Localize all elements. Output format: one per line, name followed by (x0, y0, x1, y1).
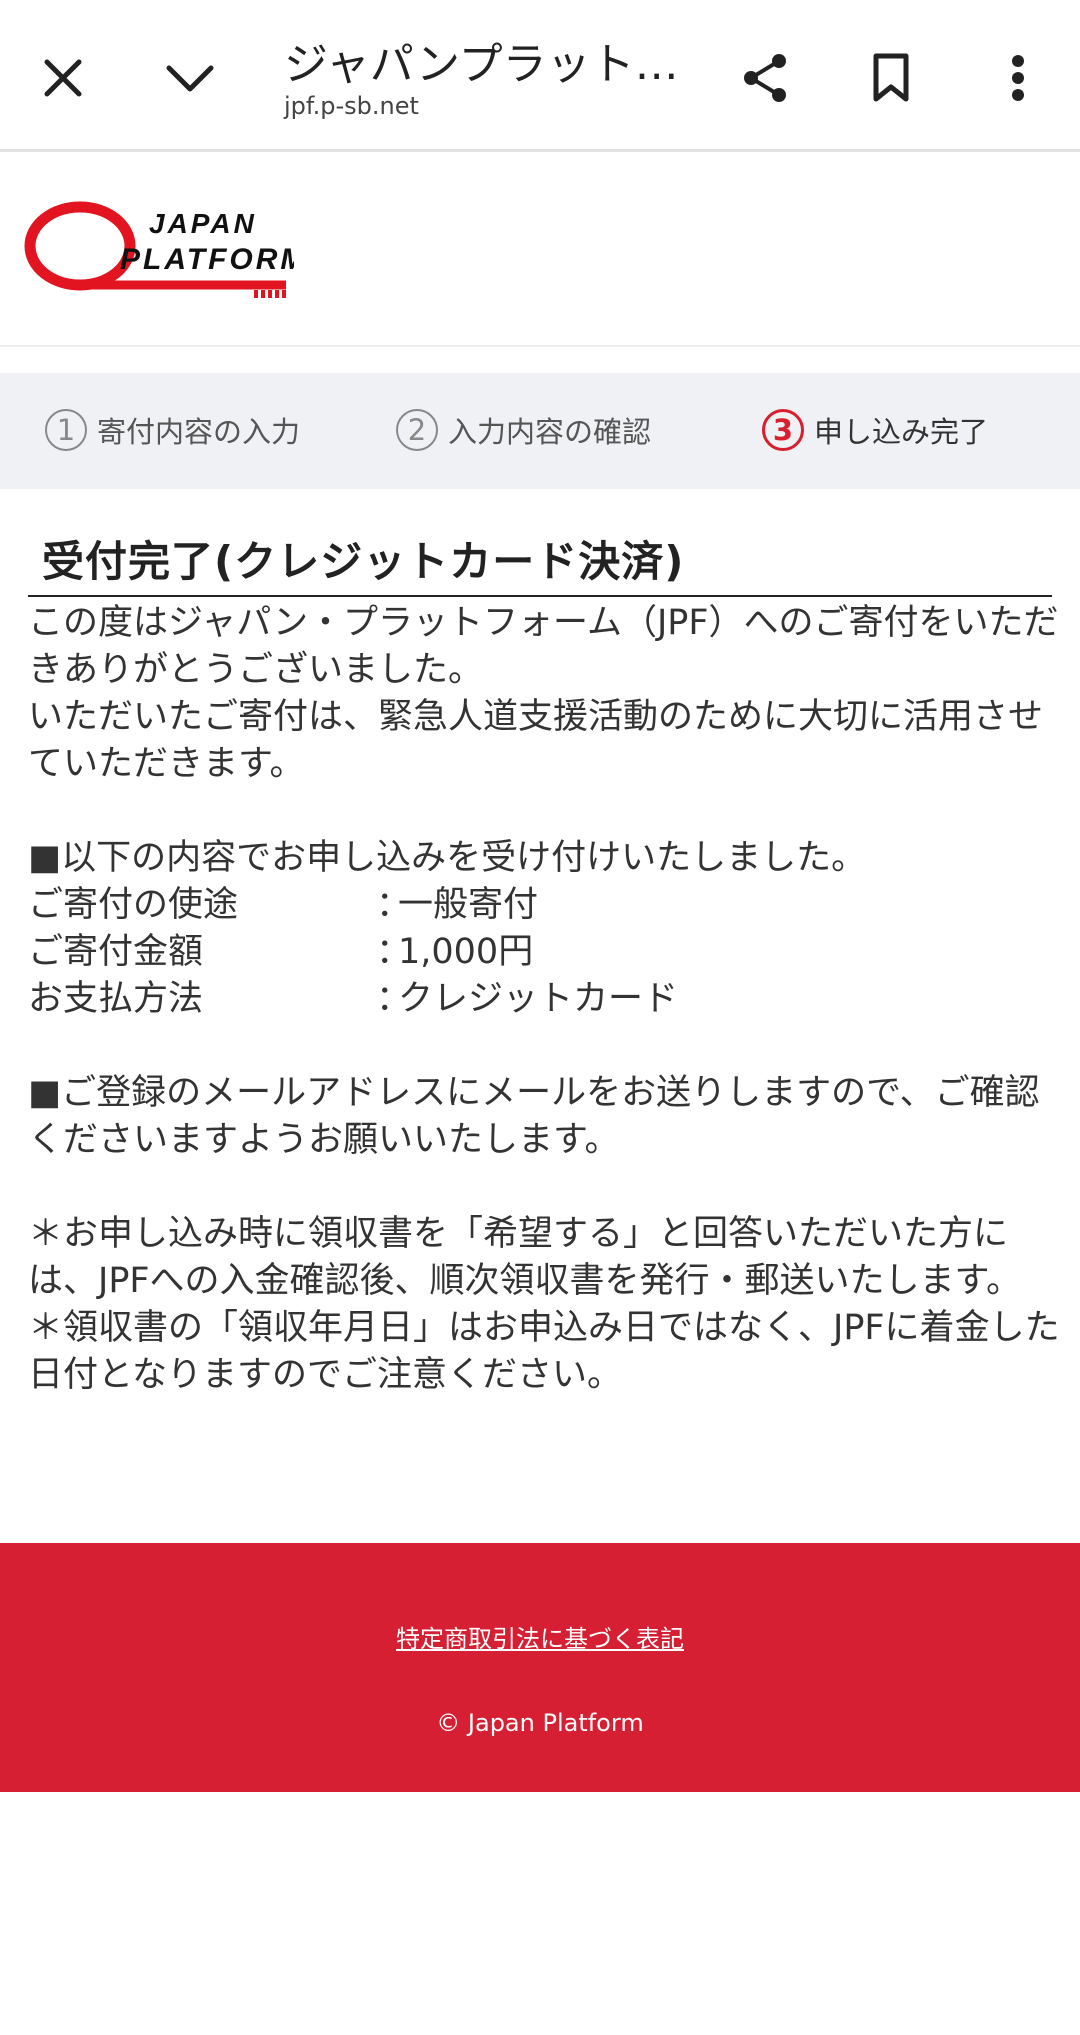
completion-heading: 受付完了(クレジットカード決済) (28, 528, 1052, 597)
detail-value: クレジットカード (398, 979, 679, 1019)
detail-row-payment: お支払方法 ： クレジットカード (28, 976, 1060, 1023)
detail-value: 1,000円 (398, 932, 534, 972)
step-number: 2 (396, 409, 438, 451)
logo-line-2: PLATFORM (120, 243, 294, 276)
receipt-note-2: ＊領収書の「領収年月日」はお申込み日ではなく、JPFに着金した日付となりますので… (28, 1308, 1060, 1395)
step-label: 寄付内容の入力 (97, 415, 301, 449)
step-number: 1 (45, 409, 87, 451)
site-footer: 特定商取引法に基づく表記 © Japan Platform (0, 1543, 1080, 1792)
step-input: 1 寄付内容の入力 (45, 409, 300, 451)
chevron-down-icon[interactable] (152, 40, 228, 116)
share-icon[interactable] (728, 40, 804, 116)
footer-link-wrapper: 特定商取引法に基づく表記 (0, 1619, 1080, 1654)
detail-row-amount: ご寄付金額 ： 1,000円 (28, 929, 1060, 976)
detail-value: 一般寄付 (398, 885, 539, 925)
site-header: JAPAN PLATFORM (0, 155, 1080, 347)
more-vert-icon[interactable] (980, 40, 1056, 116)
usage-text: いただいたご寄付は、緊急人道支援活動のために大切に活用させていただきます。 (28, 697, 1044, 784)
page-url: jpf.p-sb.net (284, 92, 419, 120)
thank-you-text: この度はジャパン・プラットフォーム（JPF）へのご寄付をいただきありがとうござい… (28, 603, 1059, 690)
commercial-law-link[interactable]: 特定商取引法に基づく表記 (396, 1625, 684, 1653)
step-label: 申し込み完了 (814, 415, 989, 449)
email-notice-text: ■ご登録のメールアドレスにメールをお送りしますので、ご確認くださいますようお願い… (28, 1073, 1040, 1160)
progress-steps: 1 寄付内容の入力 2 入力内容の確認 3 申し込み完了 (0, 373, 1080, 489)
close-icon[interactable] (25, 40, 101, 116)
step-complete: 3 申し込み完了 (762, 409, 988, 451)
detail-label: お支払方法 (28, 979, 204, 1019)
receipt-note-1: ＊お申し込み時に領収書を「希望する」と回答いただいた方には、JPFへの入金確認後… (28, 1214, 1022, 1301)
step-number: 3 (762, 409, 804, 451)
completion-message: この度はジャパン・プラットフォーム（JPF）へのご寄付をいただきありがとうござい… (28, 600, 1060, 1399)
detail-separator: ： (376, 979, 412, 1019)
detail-separator: ： (376, 885, 412, 925)
japan-platform-logo[interactable]: JAPAN PLATFORM (24, 201, 305, 301)
step-label: 入力内容の確認 (448, 415, 652, 449)
bookmark-icon[interactable] (853, 40, 929, 116)
detail-separator: ： (376, 932, 412, 972)
page-title: ジャパンプラット… (284, 39, 679, 90)
detail-label: ご寄付金額 (28, 932, 204, 972)
accepted-text: ■以下の内容でお申し込みを受け付けいたしました。 (28, 838, 867, 878)
browser-toolbar: ジャパンプラット… jpf.p-sb.net (0, 0, 1080, 152)
logo-line-1: JAPAN (149, 208, 257, 239)
copyright-text: © Japan Platform (436, 1709, 644, 1737)
detail-row-purpose: ご寄付の使途 ： 一般寄付 (28, 882, 1060, 929)
detail-label: ご寄付の使途 (28, 885, 239, 925)
step-confirm: 2 入力内容の確認 (396, 409, 651, 451)
